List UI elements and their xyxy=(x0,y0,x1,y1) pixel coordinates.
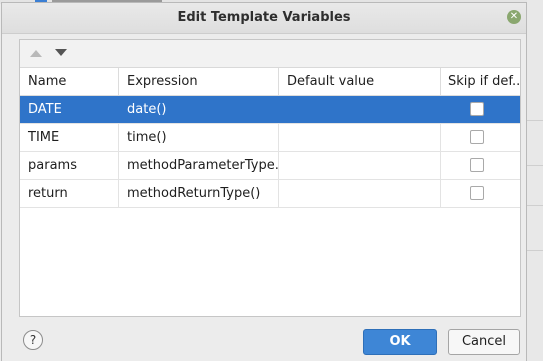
edit-template-variables-dialog: Edit Template Variables ✕ Name Expressio… xyxy=(1,2,527,361)
expression-cell[interactable]: time() xyxy=(119,124,279,151)
column-header-default-value[interactable]: Default value xyxy=(279,68,441,95)
variable-name-cell[interactable]: DATE xyxy=(20,96,119,123)
dialog-titlebar: Edit Template Variables ✕ xyxy=(2,3,526,34)
variable-name-cell[interactable]: params xyxy=(20,152,119,179)
table-row[interactable]: return methodReturnType() xyxy=(20,180,520,208)
dialog-title: Edit Template Variables xyxy=(177,10,351,25)
skip-cell xyxy=(441,152,520,179)
expression-cell[interactable]: methodParameterType... xyxy=(119,152,279,179)
column-header-name[interactable]: Name xyxy=(20,68,119,95)
arrow-down-icon[interactable] xyxy=(54,48,68,58)
skip-if-defined-checkbox[interactable] xyxy=(470,158,484,172)
skip-cell xyxy=(441,124,520,151)
skip-if-defined-checkbox[interactable] xyxy=(470,102,484,116)
background-app-edge xyxy=(527,0,543,361)
expression-cell[interactable]: methodReturnType() xyxy=(119,180,279,207)
close-icon[interactable]: ✕ xyxy=(507,10,521,24)
skip-if-defined-checkbox[interactable] xyxy=(470,130,484,144)
variable-name-cell[interactable]: return xyxy=(20,180,119,207)
skip-cell xyxy=(441,96,520,123)
table-row[interactable]: params methodParameterType... xyxy=(20,152,520,180)
table-toolbar xyxy=(20,40,520,68)
cancel-button[interactable]: Cancel xyxy=(448,329,520,355)
default-value-cell[interactable] xyxy=(279,152,441,179)
default-value-cell[interactable] xyxy=(279,96,441,123)
default-value-cell[interactable] xyxy=(279,124,441,151)
skip-if-defined-checkbox[interactable] xyxy=(470,186,484,200)
ok-button[interactable]: OK xyxy=(363,329,437,355)
default-value-cell[interactable] xyxy=(279,180,441,207)
column-header-skip-if-defined[interactable]: Skip if def... xyxy=(441,68,520,95)
help-button[interactable]: ? xyxy=(23,330,43,350)
variable-name-cell[interactable]: TIME xyxy=(20,124,119,151)
arrow-up-icon[interactable] xyxy=(29,48,43,58)
table-row[interactable]: TIME time() xyxy=(20,124,520,152)
column-header-expression[interactable]: Expression xyxy=(119,68,279,95)
table-header: Name Expression Default value Skip if de… xyxy=(20,68,520,96)
skip-cell xyxy=(441,180,520,207)
expression-cell[interactable]: date() xyxy=(119,96,279,123)
table-row[interactable]: DATE date() xyxy=(20,96,520,124)
variables-table-panel: Name Expression Default value Skip if de… xyxy=(19,39,521,317)
